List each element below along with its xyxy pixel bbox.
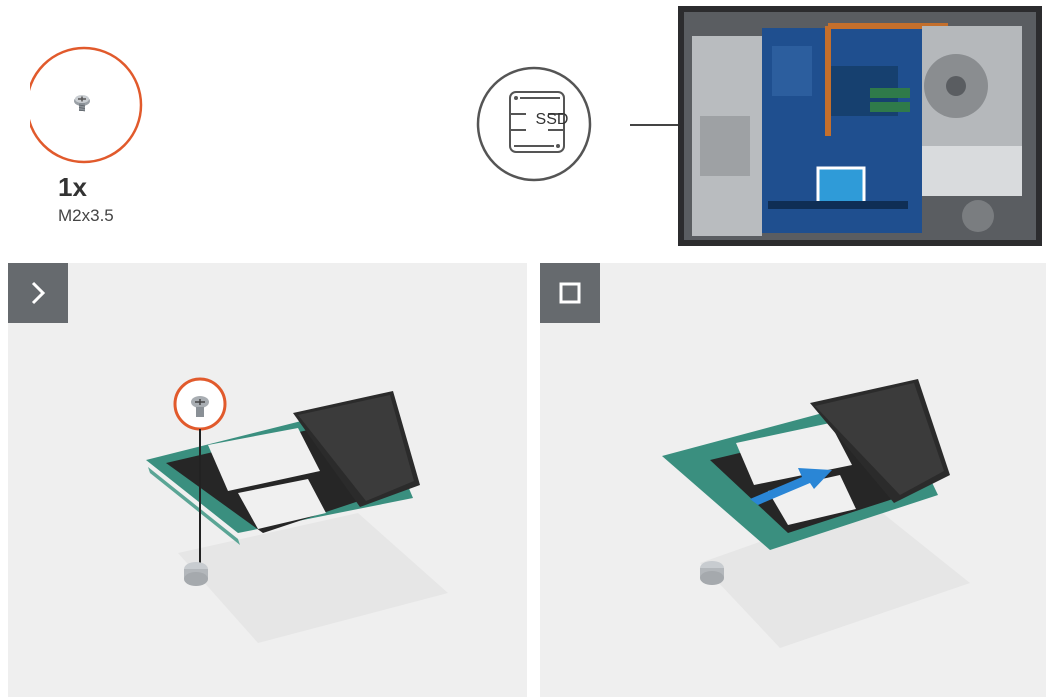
step-1-panel [8,263,527,697]
screw-legend [30,35,150,235]
screw-callout-circle [30,46,143,164]
ssd-highlight [816,166,866,206]
ssd-removal-illustration-step2 [662,379,970,648]
step-2-panel [540,263,1046,697]
screw-size-label: M2x3.5 [58,206,114,225]
ssd-callout-label: SSD [535,111,569,128]
computer-overview-image [678,6,1042,246]
screw-quantity: 1x [58,172,87,202]
ssd-removal-illustration-step1 [146,377,448,643]
